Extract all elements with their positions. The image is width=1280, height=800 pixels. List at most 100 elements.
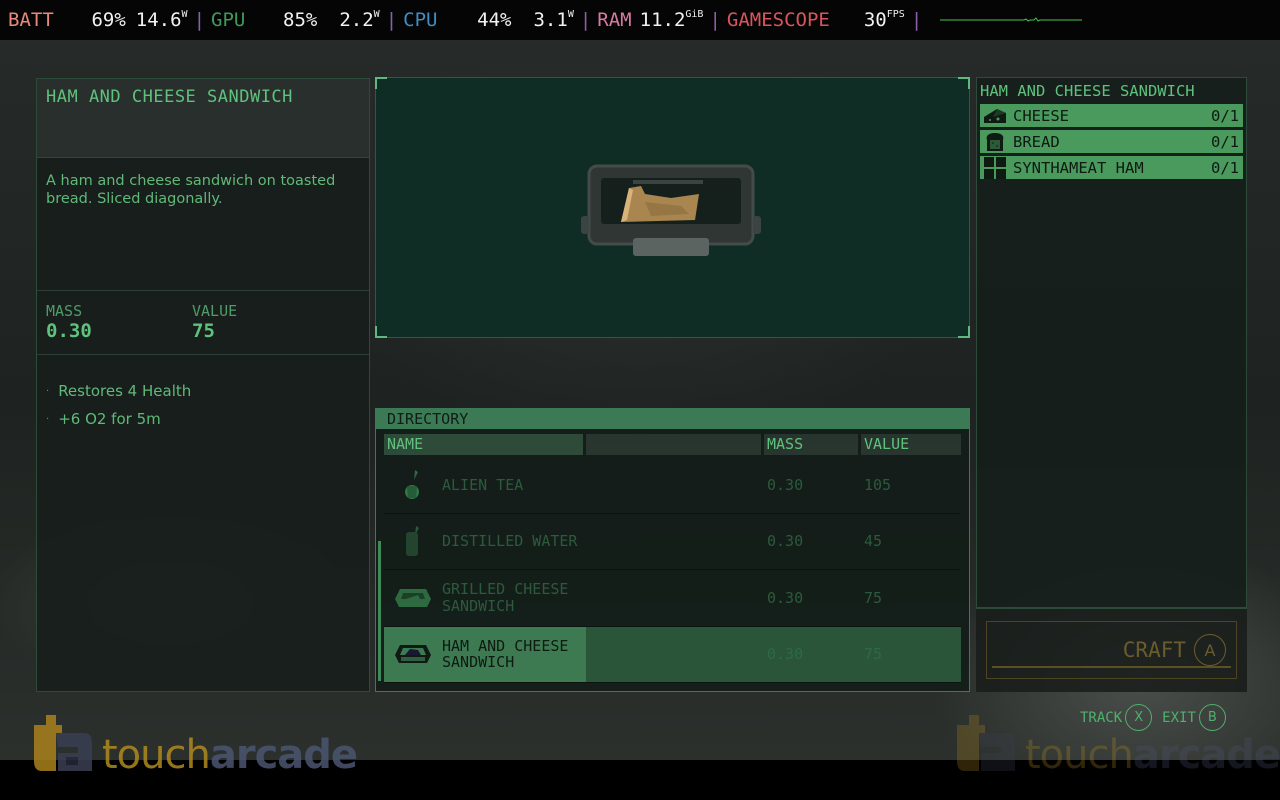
recipe-panel: HAM AND CHEESE SANDWICH CHEESE 0/1 BREAD… xyxy=(976,77,1247,608)
row-mass: 0.30 xyxy=(767,588,804,607)
directory-row[interactable]: GRILLED CHEESE SANDWICH 0.30 75 xyxy=(384,570,961,627)
row-name: ALIEN TEA xyxy=(442,475,524,494)
watermark-arcade: arcade xyxy=(1132,732,1280,778)
ingredient-name: SYNTHAMEAT HAM xyxy=(1013,158,1144,177)
frametime-graph xyxy=(940,13,1083,27)
watermark-arcade: arcade xyxy=(209,732,358,778)
gamescope-label: GAMESCOPE xyxy=(726,9,830,31)
column-header-blank xyxy=(586,434,761,455)
fps-value: 30FPS xyxy=(863,9,905,31)
item-stats: MASS 0.30 VALUE 75 xyxy=(37,291,369,355)
alien-tea-icon xyxy=(384,468,442,502)
a-button-icon: A xyxy=(1194,634,1226,666)
recipe-title: HAM AND CHEESE SANDWICH xyxy=(980,82,1195,100)
row-name: DISTILLED WATER xyxy=(442,532,578,550)
cpu-label: CPU xyxy=(403,9,438,31)
toucharcade-watermark: touch arcade xyxy=(955,713,1280,775)
separator: | xyxy=(385,9,398,31)
column-header-value[interactable]: VALUE xyxy=(861,434,961,455)
column-header-name[interactable]: NAME xyxy=(384,434,583,455)
row-name-cell: HAM AND CHEESE SANDWICH xyxy=(384,626,586,682)
row-value: 105 xyxy=(864,475,892,494)
bottle-icon xyxy=(384,524,442,558)
craft-progress-line xyxy=(992,666,1231,668)
effect-text: Restores 4 Health xyxy=(58,382,192,400)
directory-row[interactable]: ALIEN TEA 0.30 105 xyxy=(384,457,961,514)
watermark-touch: touch xyxy=(1025,732,1134,778)
gpu-percent: 85% xyxy=(283,9,318,31)
cpu-power: 3.1W xyxy=(533,9,574,31)
ram-amount: 11.2GiB xyxy=(639,9,704,31)
item-description-block: A ham and cheese sandwich on toasted bre… xyxy=(37,158,369,291)
directory-list: ALIEN TEA 0.30 105 DISTILLED WATER 0.30 … xyxy=(384,457,961,683)
row-mass: 0.30 xyxy=(764,626,861,682)
row-name: HAM AND CHEESE SANDWICH xyxy=(442,636,569,672)
row-blank-cell xyxy=(586,570,764,626)
row-blank-cell xyxy=(586,457,764,513)
ingredient-count: 0/1 xyxy=(1211,132,1239,151)
toucharcade-logo-icon xyxy=(34,715,92,771)
bread-icon xyxy=(980,132,1010,152)
gpu-power: 2.2W xyxy=(339,9,380,31)
row-value: 45 xyxy=(864,532,883,551)
row-name-cell: GRILLED CHEESE SANDWICH xyxy=(384,570,586,626)
frame-corner xyxy=(375,77,387,89)
row-blank-cell xyxy=(586,626,764,682)
performance-overlay: BATT 69% 14.6W | GPU 85% 2.2W | CPU 44% … xyxy=(0,0,1280,40)
ingredient-row[interactable]: BREAD 0/1 xyxy=(980,130,1243,153)
item-preview xyxy=(375,77,970,338)
mass-value: 0.30 xyxy=(46,320,92,342)
row-mass: 0.30 xyxy=(767,475,804,494)
ingredient-name: BREAD xyxy=(1013,132,1060,151)
directory-scrollbar[interactable] xyxy=(378,541,381,681)
craft-label: CRAFT xyxy=(1122,638,1186,662)
cpu-percent: 44% xyxy=(477,9,512,31)
ingredient-row[interactable]: SYNTHAMEAT HAM 0/1 xyxy=(980,156,1243,179)
ingredient-count: 0/1 xyxy=(1211,158,1239,177)
separator: | xyxy=(910,9,923,31)
ingredient-name: CHEESE xyxy=(1013,106,1069,125)
item-title: HAM AND CHEESE SANDWICH xyxy=(46,87,293,107)
row-name-cell: ALIEN TEA xyxy=(384,457,586,513)
sandwich-container-icon xyxy=(384,587,442,609)
row-value: 75 xyxy=(861,626,961,682)
value-label: VALUE xyxy=(192,302,238,320)
directory-column-headers: NAME MASS VALUE xyxy=(384,434,961,455)
ram-label: RAM xyxy=(597,9,632,31)
cheese-icon xyxy=(980,107,1010,125)
ingredient-row[interactable]: CHEESE 0/1 xyxy=(980,104,1243,127)
grid-squares-icon xyxy=(980,156,1010,179)
row-blank-cell xyxy=(586,514,764,570)
separator: | xyxy=(709,9,721,31)
mass-stat: MASS 0.30 xyxy=(46,303,192,354)
craft-panel: CRAFT A xyxy=(976,608,1247,692)
effect-item: · Restores 4 Health xyxy=(46,377,360,405)
item-title-block: HAM AND CHEESE SANDWICH xyxy=(37,79,369,158)
toucharcade-watermark: touch arcade xyxy=(32,713,358,778)
item-effects: · Restores 4 Health · +6 O2 for 5m xyxy=(37,355,369,455)
item-info-panel: HAM AND CHEESE SANDWICH A ham and cheese… xyxy=(36,78,370,692)
directory-row-selected[interactable]: HAM AND CHEESE SANDWICH 0.30 75 xyxy=(384,626,961,683)
row-mass: 0.30 xyxy=(767,532,804,551)
directory-row[interactable]: DISTILLED WATER 0.30 45 xyxy=(384,514,961,570)
frame-corner xyxy=(958,77,970,89)
frame-corner xyxy=(958,326,970,338)
watermark-touch: touch xyxy=(102,732,211,778)
value-stat: VALUE 75 xyxy=(192,303,338,354)
sandwich-container-icon xyxy=(384,643,442,665)
value-value: 75 xyxy=(192,320,215,342)
sandwich-model-icon xyxy=(581,164,761,256)
directory-header: DIRECTORY xyxy=(376,409,969,429)
batt-percent: 69% xyxy=(91,9,126,31)
bullet-icon: · xyxy=(46,413,50,425)
separator: | xyxy=(579,9,592,31)
bullet-icon: · xyxy=(46,385,50,397)
row-name-cell: DISTILLED WATER xyxy=(384,514,586,570)
mass-label: MASS xyxy=(46,302,83,320)
separator: | xyxy=(193,9,206,31)
item-description: A ham and cheese sandwich on toasted bre… xyxy=(46,173,336,207)
gpu-label: GPU xyxy=(211,9,246,31)
craft-button[interactable]: CRAFT A xyxy=(986,621,1237,679)
column-header-mass[interactable]: MASS xyxy=(764,434,858,455)
frame-corner xyxy=(375,326,387,338)
